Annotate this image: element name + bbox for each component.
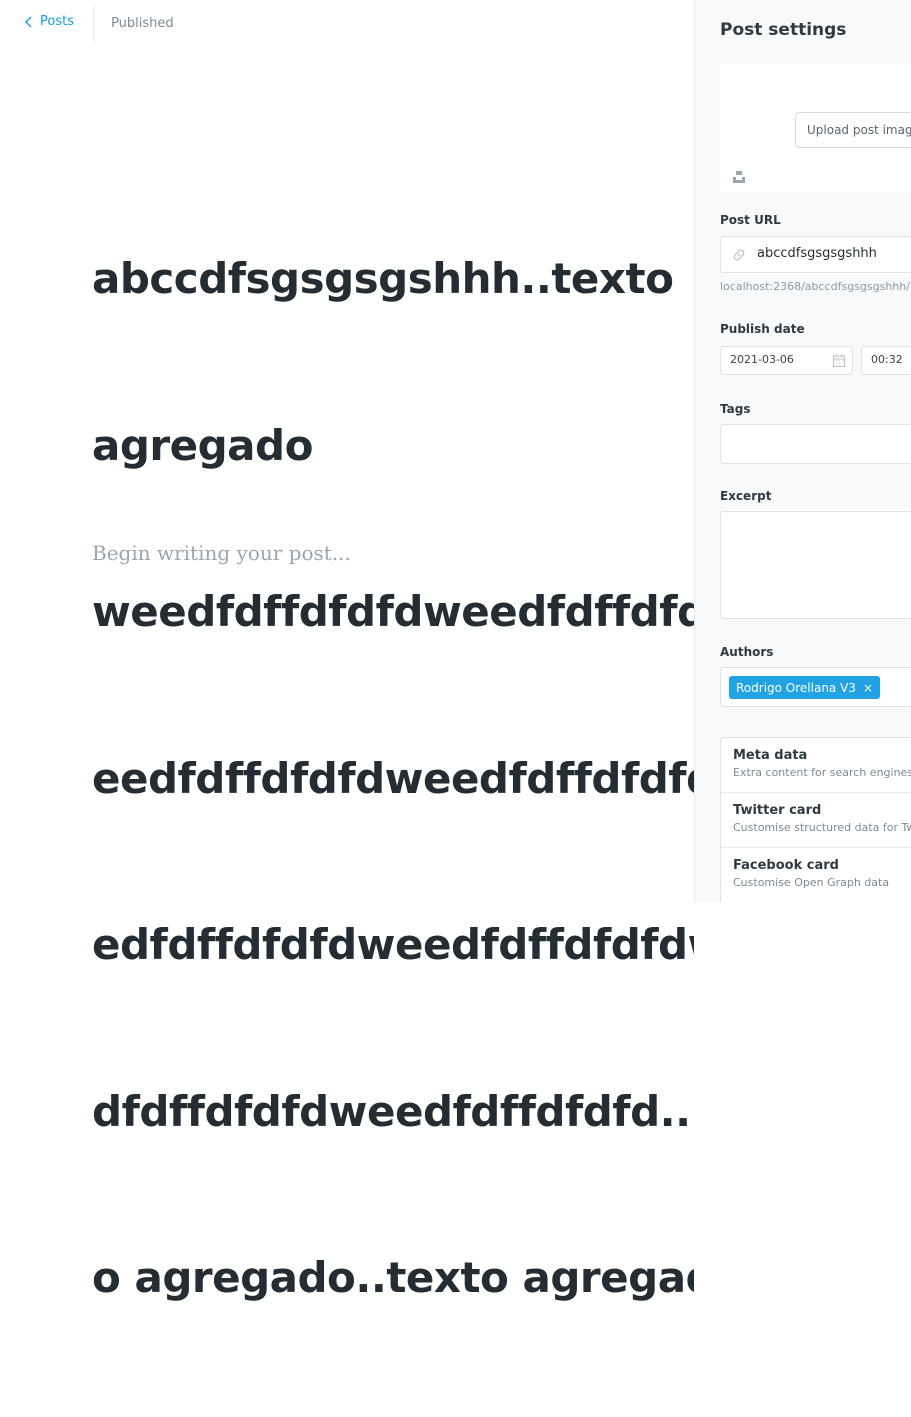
panel-title: Post settings — [720, 20, 847, 40]
twitter-card-menu-item[interactable]: Twitter card Customise structured data f… — [721, 793, 911, 848]
back-to-posts-link[interactable]: Posts — [24, 14, 74, 29]
publish-date-value: 2021-03-06 — [730, 353, 794, 366]
topbar-divider — [93, 6, 94, 42]
post-title-editor[interactable]: abccdfsgsgsgshhh..texto agregado weedfdf… — [92, 140, 694, 1417]
meta-data-menu-item[interactable]: Meta data Extra content for search engin… — [721, 738, 911, 793]
tags-input[interactable] — [720, 424, 911, 464]
excerpt-textarea[interactable] — [720, 511, 911, 619]
post-url-label: Post URL — [720, 213, 781, 227]
title-line: weedfdffdfdfdweedfdffdfdfd — [92, 587, 694, 636]
post-url-value: abccdfsgsgsgshhh — [757, 246, 877, 261]
post-title[interactable]: abccdfsgsgsgshhh..texto agregado weedfdf… — [92, 140, 694, 1417]
tags-label: Tags — [720, 402, 751, 416]
post-image-dropzone[interactable]: Upload post image — [720, 64, 911, 193]
publish-date-input[interactable]: 2021-03-06 — [720, 346, 853, 375]
post-url-hint: localhost:2368/abccdfsgsgsgshhh/ — [720, 280, 910, 293]
post-settings-panel: Post settings Upload post image Post URL… — [694, 0, 911, 902]
title-line: abccdfsgsgsgshhh..texto — [92, 254, 674, 303]
title-line: eedfdffdfdfdweedfdffdfdfd — [92, 753, 694, 803]
remove-author-icon[interactable]: × — [863, 681, 873, 695]
excerpt-label: Excerpt — [720, 489, 772, 503]
author-chip: Rodrigo Orellana V3 × — [729, 676, 880, 699]
back-link-label: Posts — [40, 14, 74, 29]
menu-item-title: Facebook card — [733, 858, 839, 873]
editor-topbar: Posts Published — [0, 0, 694, 48]
chevron-left-icon — [25, 16, 32, 27]
publish-date-label: Publish date — [720, 322, 805, 336]
upload-post-image-button[interactable]: Upload post image — [795, 112, 911, 148]
menu-item-subtitle: Customise structured data for Twitter — [733, 821, 911, 834]
publish-time-value: 00:32 — [871, 353, 903, 366]
menu-item-title: Twitter card — [733, 803, 822, 818]
calendar-icon[interactable] — [833, 354, 845, 367]
post-url-input[interactable]: abccdfsgsgsgshhh — [720, 236, 911, 273]
publish-time-input[interactable]: 00:32 — [861, 346, 911, 375]
author-name: Rodrigo Orellana V3 — [736, 680, 856, 695]
post-body-editor[interactable]: Begin writing your post... — [92, 541, 351, 565]
unsplash-icon[interactable] — [732, 170, 746, 184]
title-line: o agregado..texto agregado — [92, 1253, 694, 1302]
facebook-card-menu-item[interactable]: Facebook card Customise Open Graph data — [721, 848, 911, 902]
title-line: agregado — [92, 420, 313, 470]
title-line: edfdffdfdfdweedfdffdfdfdw — [92, 920, 694, 969]
menu-item-subtitle: Customise Open Graph data — [733, 876, 890, 889]
link-icon — [733, 249, 745, 261]
settings-menu: Meta data Extra content for search engin… — [720, 737, 911, 902]
authors-input[interactable]: Rodrigo Orellana V3 × — [720, 667, 911, 707]
authors-label: Authors — [720, 645, 774, 659]
post-status: Published — [111, 16, 174, 31]
menu-item-title: Meta data — [733, 748, 808, 763]
title-line: dfdffdfdfdweedfdffdfdfd.. — [92, 1086, 691, 1136]
menu-item-subtitle: Extra content for search engines — [733, 766, 911, 779]
